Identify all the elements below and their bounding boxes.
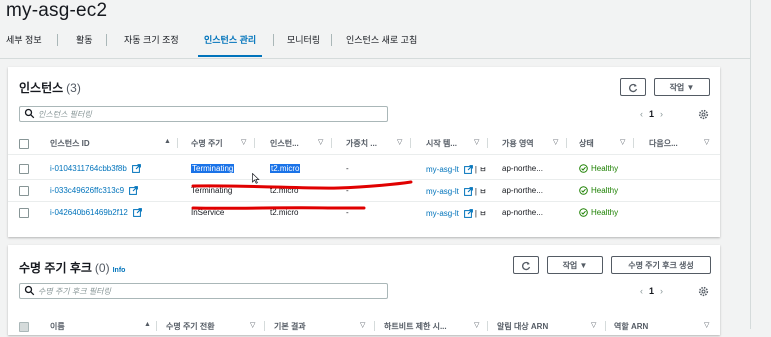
tab-divider	[106, 34, 107, 46]
hooks-search-placeholder: 수명 주기 후크 필터링	[38, 287, 111, 296]
col-role-arn[interactable]: 역할 ARN	[614, 321, 648, 332]
col-default-result[interactable]: 기본 결과	[274, 321, 306, 332]
select-all-checkbox[interactable]	[19, 322, 29, 332]
hooks-search-input[interactable]: 수명 주기 후크 필터링	[19, 283, 388, 299]
search-icon	[24, 285, 35, 296]
sort-icon[interactable]: ▽	[704, 321, 709, 329]
sort-icon[interactable]: ▽	[591, 321, 596, 329]
hooks-heading: 수명 주기 후크 (0) Info	[19, 259, 125, 276]
col-notification-target-arn[interactable]: 알림 대상 ARN	[497, 321, 548, 332]
col-divider	[487, 321, 488, 331]
red-underline-stroke	[191, 206, 366, 210]
tab-activity[interactable]: 활동	[70, 34, 99, 54]
tab-monitoring[interactable]: 모니터링	[281, 34, 326, 54]
tab-bar: 세부 정보 활동 자동 크기 조정 인스턴스 관리 모니터링 인스턴스 새로 고…	[0, 30, 750, 59]
tab-auto-scaling[interactable]: 자동 크기 조정	[118, 34, 185, 54]
sort-icon[interactable]: ▽	[474, 321, 479, 329]
hooks-refresh-button[interactable]	[513, 256, 539, 274]
hooks-count: (0)	[94, 261, 110, 275]
tab-divider	[273, 34, 274, 46]
col-lifecycle-transition[interactable]: 수명 주기 전환	[166, 321, 215, 332]
red-annotation-overlay	[191, 180, 413, 210]
page-title: my-asg-ec2	[6, 0, 108, 21]
tab-instance-management[interactable]: 인스턴스 관리	[198, 34, 263, 57]
prev-page-icon[interactable]: ‹	[640, 286, 643, 296]
right-edge-strip	[750, 0, 771, 329]
current-page[interactable]: 1	[649, 286, 654, 296]
sort-icon[interactable]: ▽	[360, 321, 365, 329]
lifecycle-hooks-panel: 수명 주기 후크 (0) Info 작업 ▼ 수명 주기 후크 생성 수명 주기 후…	[8, 245, 720, 335]
col-name[interactable]: 이름	[50, 321, 65, 332]
hooks-title: 수명 주기 후크	[19, 261, 92, 275]
instances-panel: 인스턴스 (3) 작업 ▼ 인스턴스 필터링 ‹ 1 › 인스턴스 ID ▲ 수명 주…	[8, 67, 720, 237]
create-lifecycle-hook-button[interactable]: 수명 주기 후크 생성	[611, 256, 711, 274]
refresh-icon	[522, 261, 531, 271]
hooks-actions-button[interactable]: 작업 ▼	[547, 256, 603, 274]
tab-divider	[331, 34, 332, 46]
col-divider	[374, 321, 375, 331]
red-underline-stroke	[191, 180, 413, 190]
sort-asc-icon[interactable]: ▲	[144, 321, 151, 328]
hooks-pagination: ‹ 1 ›	[640, 286, 663, 296]
tab-divider	[57, 34, 58, 46]
col-heartbeat-timeout[interactable]: 하트비트 제한 시...	[384, 321, 447, 332]
col-divider	[605, 321, 606, 331]
col-divider	[264, 321, 265, 331]
sort-icon[interactable]: ▽	[250, 321, 255, 329]
hooks-table-header: 이름 ▲ 수명 주기 전환 ▽ 기본 결과 ▽ 하트비트 제한 시... ▽ 알…	[8, 315, 720, 337]
next-page-icon[interactable]: ›	[660, 286, 663, 296]
info-link[interactable]: Info	[113, 267, 126, 274]
col-divider	[156, 321, 157, 331]
tab-instance-refresh[interactable]: 인스턴스 새로 고침	[340, 34, 423, 54]
tab-details[interactable]: 세부 정보	[0, 34, 48, 54]
settings-gear-icon[interactable]	[698, 286, 709, 297]
